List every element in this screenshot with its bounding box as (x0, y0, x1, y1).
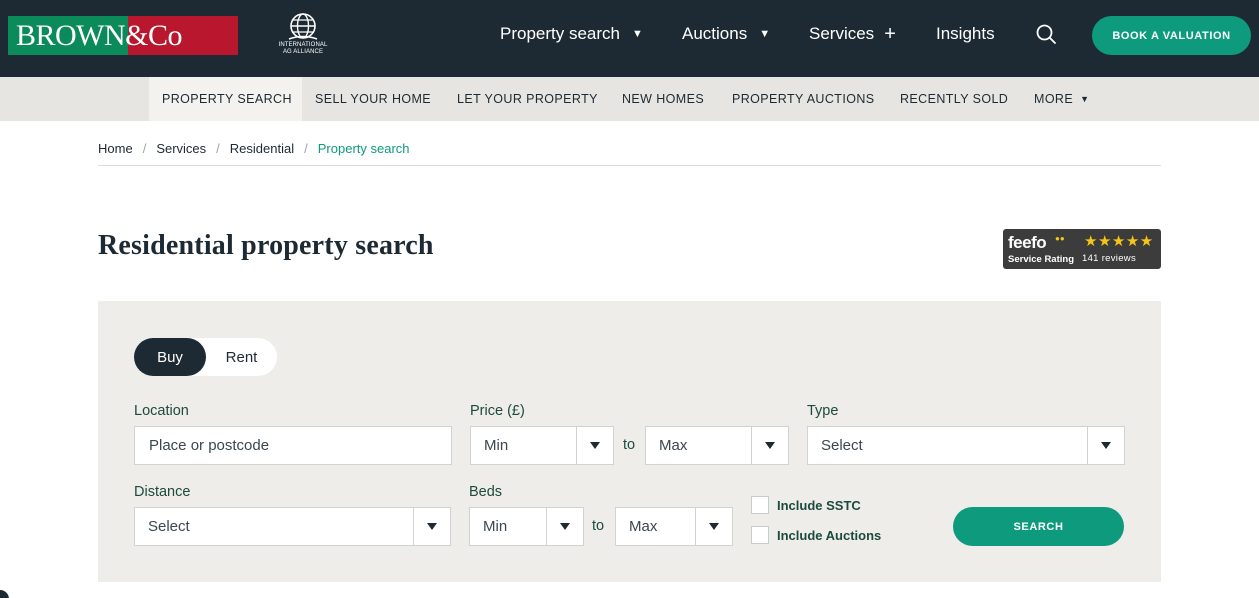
subnav-label: SELL YOUR HOME (315, 92, 432, 106)
price-label: Price (£) (470, 403, 525, 419)
location-label: Location (134, 403, 189, 419)
feefo-service-rating: Service Rating (1008, 254, 1074, 265)
chevron-down-icon (751, 427, 788, 464)
subnav-let-your-property[interactable]: LET YOUR PROPERTY (457, 77, 598, 121)
price-min-select[interactable]: Min (470, 426, 614, 465)
distance-label: Distance (134, 484, 191, 500)
top-header: BROWN&Co INTERNATIONAL AG ALLIANCE Prope… (0, 0, 1259, 77)
chevron-down-icon (546, 508, 583, 545)
nav-label: Auctions (682, 24, 748, 43)
distance-value: Select (148, 518, 190, 535)
chevron-down-icon (413, 508, 450, 545)
search-icon[interactable] (1035, 23, 1057, 45)
beds-to-label: to (592, 518, 605, 534)
international-ag-alliance-logo[interactable]: INTERNATIONAL AG ALLIANCE (272, 12, 334, 60)
chevron-down-icon (695, 508, 732, 545)
alliance-label-1: INTERNATIONAL (278, 42, 328, 48)
nav-property-search[interactable]: Property search ▼ (500, 0, 643, 68)
star-rating-icon: ★★★★★ (1084, 233, 1154, 250)
subnav-label: NEW HOMES (622, 92, 705, 106)
feefo-eyes-icon: ●● (1055, 234, 1065, 243)
checkbox-box[interactable] (751, 496, 769, 514)
price-max-select[interactable]: Max (645, 426, 789, 465)
checkbox-box[interactable] (751, 526, 769, 544)
feefo-logo: feefo (1008, 233, 1047, 252)
search-panel: Buy Rent Location Place or postcode Pric… (98, 301, 1161, 582)
beds-label: Beds (469, 484, 503, 500)
caret-down-icon: ▼ (632, 28, 643, 40)
globe-icon (288, 13, 318, 40)
nav-services[interactable]: Services + (809, 0, 896, 68)
subnav-label: PROPERTY AUCTIONS (732, 92, 875, 106)
breadcrumb-home[interactable]: Home (98, 141, 133, 156)
subnav-property-search[interactable]: PROPERTY SEARCH (149, 77, 302, 121)
price-max-value: Max (659, 437, 688, 454)
nav-label: Property search (500, 24, 620, 43)
toggle-rent[interactable]: Rent (206, 338, 277, 376)
logo-text: BROWN&Co (16, 18, 183, 52)
subnav-label: RECENTLY SOLD (900, 92, 1009, 106)
price-to-label: to (623, 437, 636, 453)
breadcrumb-separator: / (216, 141, 220, 156)
subnav-property-auctions[interactable]: PROPERTY AUCTIONS (732, 77, 874, 121)
plus-icon: + (884, 23, 896, 45)
nav-label: Insights (936, 24, 995, 43)
include-auctions-label: Include Auctions (777, 527, 882, 543)
toggle-buy[interactable]: Buy (134, 338, 206, 376)
nav-insights[interactable]: Insights (936, 0, 995, 68)
include-sstc-checkbox[interactable]: Include SSTC (751, 496, 861, 514)
type-label: Type (807, 403, 839, 419)
beds-max-value: Max (629, 518, 658, 535)
alliance-label-2: AG ALLIANCE (282, 49, 324, 55)
type-value: Select (821, 437, 863, 454)
beds-min-value: Min (483, 518, 508, 535)
breadcrumb: Home / Services / Residential / Property… (98, 141, 410, 156)
chevron-down-icon (576, 427, 613, 464)
nav-auctions[interactable]: Auctions ▼ (682, 0, 770, 68)
search-button[interactable]: SEARCH (953, 507, 1124, 546)
chevron-down-icon (1087, 427, 1124, 464)
distance-select[interactable]: Select (134, 507, 451, 546)
subnav-recently-sold[interactable]: RECENTLY SOLD (900, 77, 1008, 121)
subnav-sell-your-home[interactable]: SELL YOUR HOME (315, 77, 431, 121)
beds-max-select[interactable]: Max (615, 507, 733, 546)
subnav-label: MORE (1034, 92, 1074, 106)
brown-co-logo[interactable]: BROWN&Co (8, 16, 238, 55)
caret-down-icon: ▼ (759, 28, 771, 40)
subnav-new-homes[interactable]: NEW HOMES (622, 77, 704, 121)
chat-widget-icon[interactable] (0, 590, 9, 598)
caret-down-icon: ▼ (1080, 94, 1090, 104)
include-sstc-label: Include SSTC (777, 497, 861, 513)
subnav-label: PROPERTY SEARCH (162, 92, 292, 106)
feefo-reviews-count: 141 reviews (1082, 253, 1136, 264)
beds-min-select[interactable]: Min (469, 507, 584, 546)
sub-navigation: PROPERTY SEARCH SELL YOUR HOME LET YOUR … (0, 77, 1259, 121)
breadcrumb-divider (98, 165, 1161, 166)
breadcrumb-current: Property search (317, 141, 410, 156)
nav-label: Services (809, 24, 875, 43)
location-input[interactable]: Place or postcode (134, 426, 452, 465)
location-placeholder: Place or postcode (149, 437, 270, 454)
breadcrumb-services[interactable]: Services (156, 141, 206, 156)
subnav-label: LET YOUR PROPERTY (457, 92, 598, 106)
breadcrumb-residential[interactable]: Residential (230, 141, 294, 156)
buy-rent-toggle: Buy Rent (134, 338, 277, 376)
page-title: Residential property search (98, 230, 434, 261)
breadcrumb-separator: / (304, 141, 308, 156)
include-auctions-checkbox[interactable]: Include Auctions (751, 526, 881, 544)
book-valuation-button[interactable]: BOOK A VALUATION (1092, 16, 1251, 55)
breadcrumb-separator: / (142, 141, 147, 156)
price-min-value: Min (484, 437, 509, 454)
feefo-rating-badge[interactable]: feefo ●● ★★★★★ Service Rating 141 review… (1003, 229, 1161, 269)
subnav-more[interactable]: MORE ▼ (1034, 77, 1089, 121)
type-select[interactable]: Select (807, 426, 1125, 465)
